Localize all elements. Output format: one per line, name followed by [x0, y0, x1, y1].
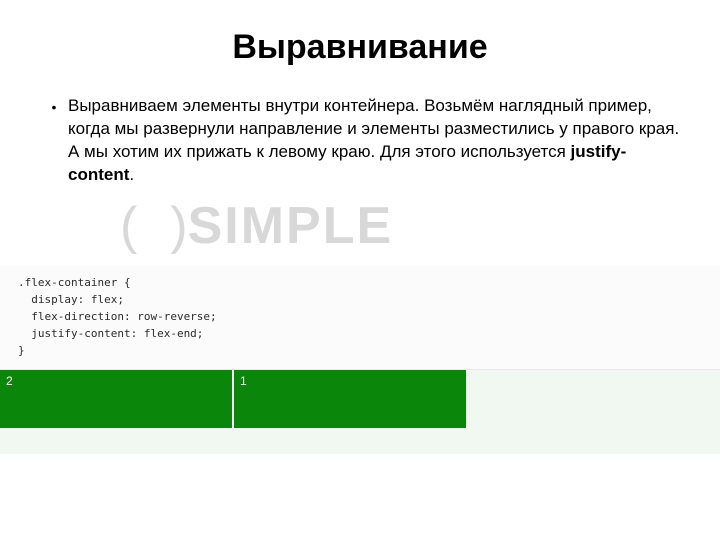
flex-item-1: 1: [234, 370, 466, 428]
flex-demo: 1 2: [0, 370, 720, 428]
flex-item-2: 2: [0, 370, 232, 428]
bullet-text: Выравниваем элементы внутри контейнера. …: [68, 95, 680, 187]
demo-wrap: 1 2: [0, 370, 720, 454]
code-block: .flex-container { display: flex; flex-di…: [0, 266, 720, 370]
bullet-marker: •: [40, 95, 68, 119]
watermark: ( )SIMPLE: [120, 196, 393, 256]
slide: Выравнивание • Выравниваем элементы внут…: [0, 0, 720, 540]
watermark-paren-close: ): [170, 197, 187, 255]
bullet-text-post: .: [129, 165, 134, 184]
code-area: .flex-container { display: flex; flex-di…: [0, 266, 720, 454]
watermark-word: SIMPLE: [188, 197, 394, 255]
watermark-paren-open: (: [120, 197, 137, 255]
page-title: Выравнивание: [40, 28, 680, 67]
bullet-block: • Выравниваем элементы внутри контейнера…: [40, 95, 680, 187]
